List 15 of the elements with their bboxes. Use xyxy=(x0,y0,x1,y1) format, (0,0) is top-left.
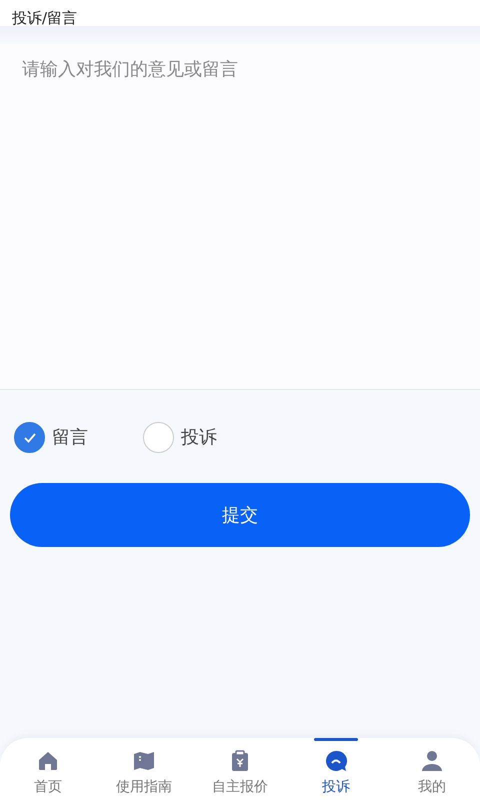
active-indicator xyxy=(314,738,358,741)
chat-bubble-icon xyxy=(324,749,348,773)
tab-item[interactable]: 使用指南 xyxy=(96,738,192,800)
tab-item[interactable]: 我的 xyxy=(384,738,480,800)
tab-item[interactable]: 自主报价 xyxy=(192,738,288,800)
type-option[interactable]: 投诉 xyxy=(143,422,272,453)
person-icon xyxy=(420,749,444,773)
page-title: 投诉/留言 xyxy=(12,11,78,26)
message-field[interactable]: 请输入对我们的意见或留言 xyxy=(0,44,480,390)
tab-item[interactable]: 投诉 xyxy=(288,738,384,800)
map-icon xyxy=(132,749,156,773)
home-icon xyxy=(36,749,60,773)
type-option[interactable]: 留言 xyxy=(14,422,143,453)
tab-item[interactable]: 首页 xyxy=(0,738,96,800)
submit-button[interactable]: 提交 xyxy=(10,483,470,547)
